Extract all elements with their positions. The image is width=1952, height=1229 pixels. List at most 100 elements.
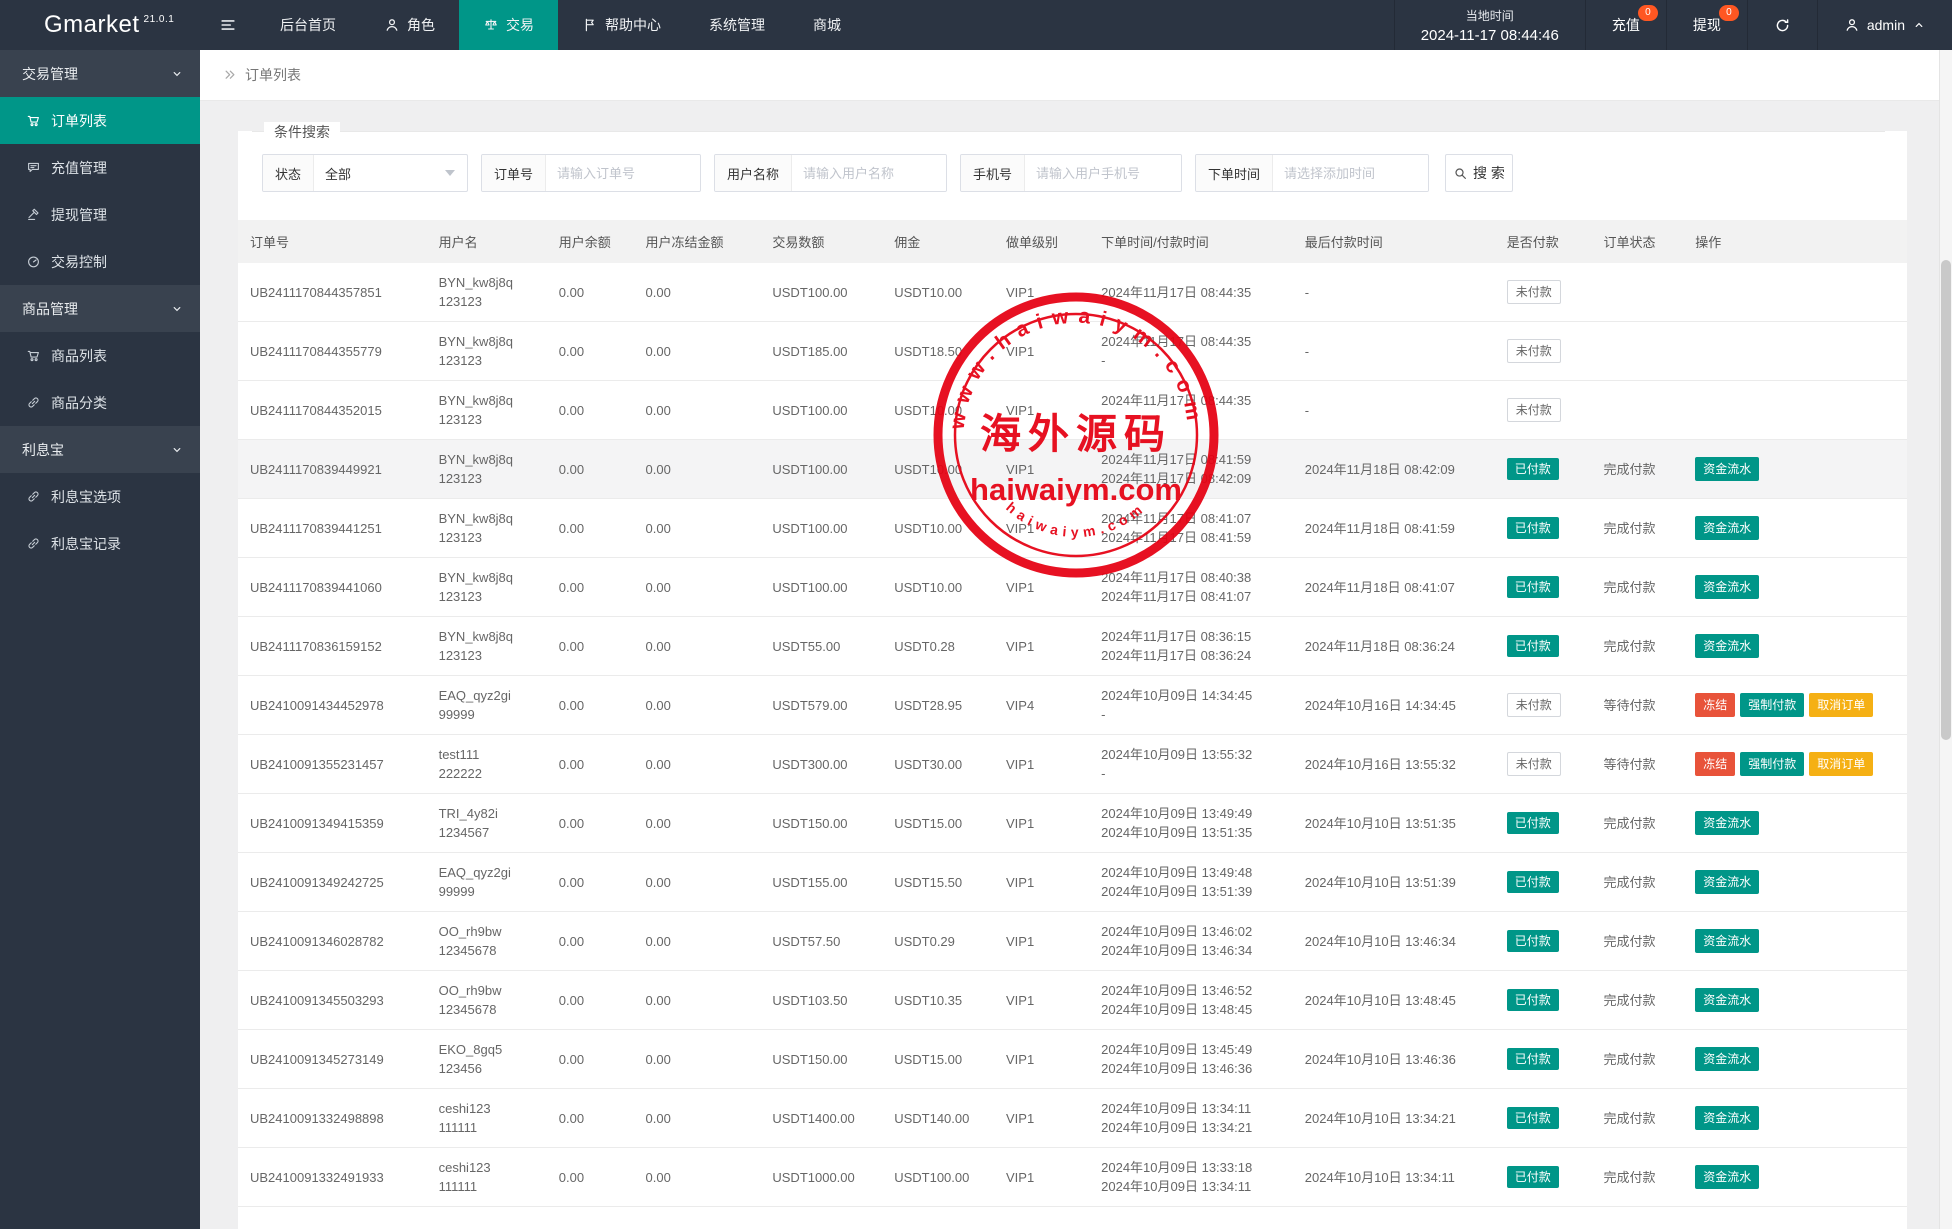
chevron-down-icon (170, 67, 184, 81)
pay-state: 未付款 (1495, 263, 1592, 322)
nav-item-trade[interactable]: 交易 (459, 0, 558, 50)
row-actions: 资金流水 (1683, 499, 1907, 558)
order-number: UB2411170839441251 (238, 499, 427, 558)
order-pay-time: 2024年10月09日 13:46:022024年10月09日 13:46:34 (1089, 912, 1293, 971)
sidebar-item-goods-list[interactable]: 商品列表 (0, 332, 200, 379)
search-button[interactable]: 搜 索 (1445, 154, 1513, 192)
pay-state: 已付款 (1495, 499, 1592, 558)
flag-icon (582, 17, 598, 33)
nav-item-help[interactable]: 帮助中心 (558, 0, 685, 50)
scrollbar-thumb[interactable] (1941, 260, 1951, 740)
order-number: UB2411170839449921 (238, 440, 427, 499)
fund-flow-button[interactable]: 资金流水 (1695, 516, 1759, 540)
sidebar-group-interest[interactable]: 利息宝 (0, 426, 200, 473)
sidebar-group-goods[interactable]: 商品管理 (0, 285, 200, 332)
fund-flow-button[interactable]: 资金流水 (1695, 634, 1759, 658)
fund-flow-button[interactable]: 资金流水 (1695, 1165, 1759, 1189)
col-pay-state: 是否付款 (1495, 220, 1592, 263)
top-right-tools: 当地时间 2024-11-17 08:44:46 充值 0 提现 0 admin (1394, 0, 1952, 50)
pay-state: 已付款 (1495, 853, 1592, 912)
username: BYN_kw8j8q123123 (427, 440, 547, 499)
user-frozen: 0.00 (634, 1089, 761, 1148)
vip-level: VIP1 (994, 558, 1089, 617)
freeze-button[interactable]: 冻结 (1695, 752, 1735, 776)
freeze-button[interactable]: 冻结 (1695, 693, 1735, 717)
user-frozen: 0.00 (634, 558, 761, 617)
nav-item-dashboard[interactable]: 后台首页 (256, 0, 360, 50)
phone-input[interactable] (1025, 155, 1181, 191)
search-fieldset: 条件搜索 状态 全部 订单号 用户名称 手机号 (252, 131, 1885, 192)
sidebar-item-trade-control[interactable]: 交易控制 (0, 238, 200, 285)
sidebar-item-order-list[interactable]: 订单列表 (0, 97, 200, 144)
order-status: 完成付款 (1591, 853, 1683, 912)
row-actions (1683, 263, 1907, 322)
nav-item-system[interactable]: 系统管理 (685, 0, 789, 50)
nav-item-mall[interactable]: 商城 (789, 0, 865, 50)
fund-flow-button[interactable]: 资金流水 (1695, 1047, 1759, 1071)
order-pay-time: 2024年10月09日 14:34:45- (1089, 676, 1293, 735)
username: test111222222 (427, 735, 547, 794)
user-frozen: 0.00 (634, 794, 761, 853)
sidebar-item-interest-options[interactable]: 利息宝选项 (0, 473, 200, 520)
order-status: 完成付款 (1591, 1089, 1683, 1148)
row-actions: 资金流水 (1683, 794, 1907, 853)
fund-flow-button[interactable]: 资金流水 (1695, 575, 1759, 599)
order-status: 完成付款 (1591, 558, 1683, 617)
force-pay-button[interactable]: 强制付款 (1740, 693, 1804, 717)
row-actions: 资金流水 (1683, 1089, 1907, 1148)
sidebar: 交易管理 订单列表 充值管理 提现管理 交易控制 商品管理 商品列表 商品分类 … (0, 50, 200, 1229)
link-icon (26, 395, 41, 410)
force-pay-button[interactable]: 强制付款 (1740, 752, 1804, 776)
collapse-menu-button[interactable] (200, 0, 256, 50)
local-time-label: 当地时间 (1466, 7, 1514, 24)
order-number: UB2410091349415359 (238, 794, 427, 853)
trade-amount: USDT100.00 (760, 499, 882, 558)
unpaid-badge: 未付款 (1507, 398, 1561, 422)
fund-flow-button[interactable]: 资金流水 (1695, 811, 1759, 835)
page-scrollbar[interactable] (1939, 50, 1952, 1229)
order-pay-time: 2024年11月17日 08:41:072024年11月17日 08:41:59 (1089, 499, 1293, 558)
fund-flow-button[interactable]: 资金流水 (1695, 988, 1759, 1012)
sidebar-item-goods-category[interactable]: 商品分类 (0, 379, 200, 426)
user-balance: 0.00 (547, 263, 634, 322)
last-pay-time: - (1293, 322, 1495, 381)
cancel-order-button[interactable]: 取消订单 (1809, 693, 1873, 717)
fund-flow-button[interactable]: 资金流水 (1695, 870, 1759, 894)
username: ceshi123111111 (427, 1148, 547, 1207)
order-time-input[interactable] (1273, 155, 1428, 191)
username-input[interactable] (792, 155, 946, 191)
paid-badge: 已付款 (1507, 458, 1559, 480)
fund-flow-button[interactable]: 资金流水 (1695, 929, 1759, 953)
withdraw-notice-button[interactable]: 提现 0 (1666, 0, 1747, 50)
row-actions: 资金流水 (1683, 853, 1907, 912)
sidebar-item-recharge-manage[interactable]: 充值管理 (0, 144, 200, 191)
app-logo: Gmarket 21.0.1 (0, 0, 200, 50)
order-no-input[interactable] (546, 155, 700, 191)
status-select[interactable]: 状态 全部 (262, 154, 468, 192)
row-actions: 资金流水 (1683, 1148, 1907, 1207)
fund-flow-button[interactable]: 资金流水 (1695, 1106, 1759, 1130)
recharge-notice-button[interactable]: 充值 0 (1585, 0, 1666, 50)
fund-flow-button[interactable]: 资金流水 (1695, 457, 1759, 481)
user-balance: 0.00 (547, 853, 634, 912)
search-legend: 条件搜索 (264, 122, 340, 142)
commission: USDT10.00 (882, 263, 994, 322)
cancel-order-button[interactable]: 取消订单 (1809, 752, 1873, 776)
order-pay-time: 2024年11月17日 08:40:382024年11月17日 08:41:07 (1089, 558, 1293, 617)
order-pay-time: 2024年11月17日 08:36:152024年11月17日 08:36:24 (1089, 617, 1293, 676)
order-status (1591, 381, 1683, 440)
last-pay-time: - (1293, 381, 1495, 440)
vip-level: VIP1 (994, 322, 1089, 381)
user-balance: 0.00 (547, 558, 634, 617)
refresh-button[interactable] (1747, 0, 1817, 50)
table-row: UB2410091349242725EAQ_qyz2gi999990.000.0… (238, 853, 1907, 912)
admin-menu[interactable]: admin (1817, 0, 1952, 50)
nav-item-roles[interactable]: 角色 (360, 0, 459, 50)
order-status: 完成付款 (1591, 912, 1683, 971)
trade-amount: USDT103.50 (760, 971, 882, 1030)
sidebar-item-withdraw-manage[interactable]: 提现管理 (0, 191, 200, 238)
logo-text: Gmarket (44, 11, 140, 39)
sidebar-group-trade[interactable]: 交易管理 (0, 50, 200, 97)
sidebar-item-interest-records[interactable]: 利息宝记录 (0, 520, 200, 567)
search-icon (1453, 166, 1468, 181)
